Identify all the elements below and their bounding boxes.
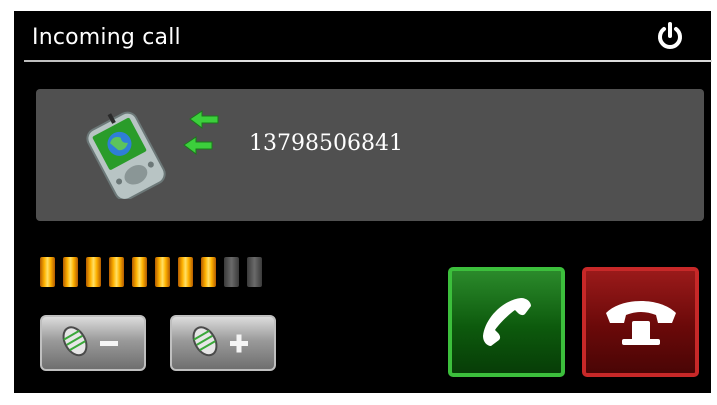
answer-phone-icon (482, 298, 531, 346)
microphone-plus-icon (192, 326, 248, 357)
microphone-minus-icon (62, 326, 118, 357)
hangup-call-button[interactable] (582, 267, 699, 377)
caller-panel: 13798506841 (36, 89, 704, 221)
phone-screen: Incoming call 13798506841 (14, 11, 712, 393)
power-icon[interactable] (654, 21, 686, 53)
page-title: Incoming call (32, 25, 181, 50)
volume-bar (40, 257, 55, 287)
title-divider (24, 60, 712, 62)
volume-up-button[interactable] (170, 315, 276, 371)
volume-bar (86, 257, 101, 287)
volume-bar (63, 257, 78, 287)
volume-down-button[interactable] (40, 315, 146, 371)
answer-call-button[interactable] (448, 267, 565, 377)
volume-bar (247, 257, 262, 287)
volume-level-meter (40, 257, 262, 287)
incoming-arrows-icon (182, 109, 232, 161)
volume-bar (224, 257, 239, 287)
volume-bar (109, 257, 124, 287)
volume-bar (132, 257, 147, 287)
pda-phone-icon (76, 109, 176, 201)
volume-bar (155, 257, 170, 287)
volume-bar (178, 257, 193, 287)
volume-bar (201, 257, 216, 287)
hangup-phone-icon (605, 301, 676, 345)
caller-number: 13798506841 (249, 131, 403, 156)
